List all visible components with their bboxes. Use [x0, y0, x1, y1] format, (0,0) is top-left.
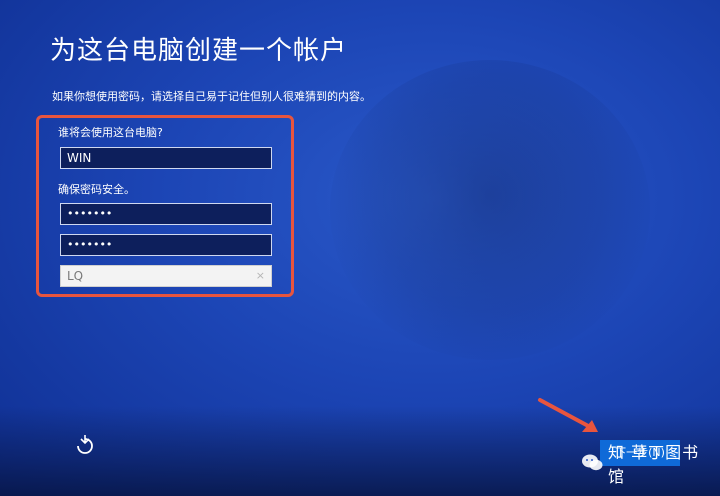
password-field[interactable]: •••••••	[60, 203, 272, 225]
confirm-password-field[interactable]: •••••••	[60, 234, 272, 256]
confirm-password-value: •••••••	[67, 238, 113, 251]
username-value: WIN	[67, 151, 92, 165]
accessibility-icon[interactable]	[72, 432, 98, 458]
password-value: •••••••	[67, 207, 113, 220]
password-label: 确保密码安全。	[58, 183, 135, 196]
watermark: 知 草丁图书馆	[580, 443, 714, 486]
password-hint-field[interactable]: LQ ×	[60, 265, 272, 287]
page-subtitle: 如果你想使用密码，请选择自己易于记住但别人很难猜到的内容。	[52, 90, 371, 103]
clear-icon[interactable]: ×	[256, 269, 265, 283]
password-hint-value: LQ	[67, 269, 84, 283]
username-label: 谁将会使用这台电脑?	[58, 126, 163, 139]
screen-reflection	[330, 60, 650, 360]
username-field[interactable]: WIN	[60, 147, 272, 169]
wechat-icon	[580, 452, 604, 474]
page-title: 为这台电脑创建一个帐户	[50, 36, 348, 66]
watermark-text: 知 草丁图书馆	[608, 443, 700, 486]
accessibility-icon-graphic	[77, 435, 93, 454]
arrow-annotation-icon	[538, 398, 598, 432]
